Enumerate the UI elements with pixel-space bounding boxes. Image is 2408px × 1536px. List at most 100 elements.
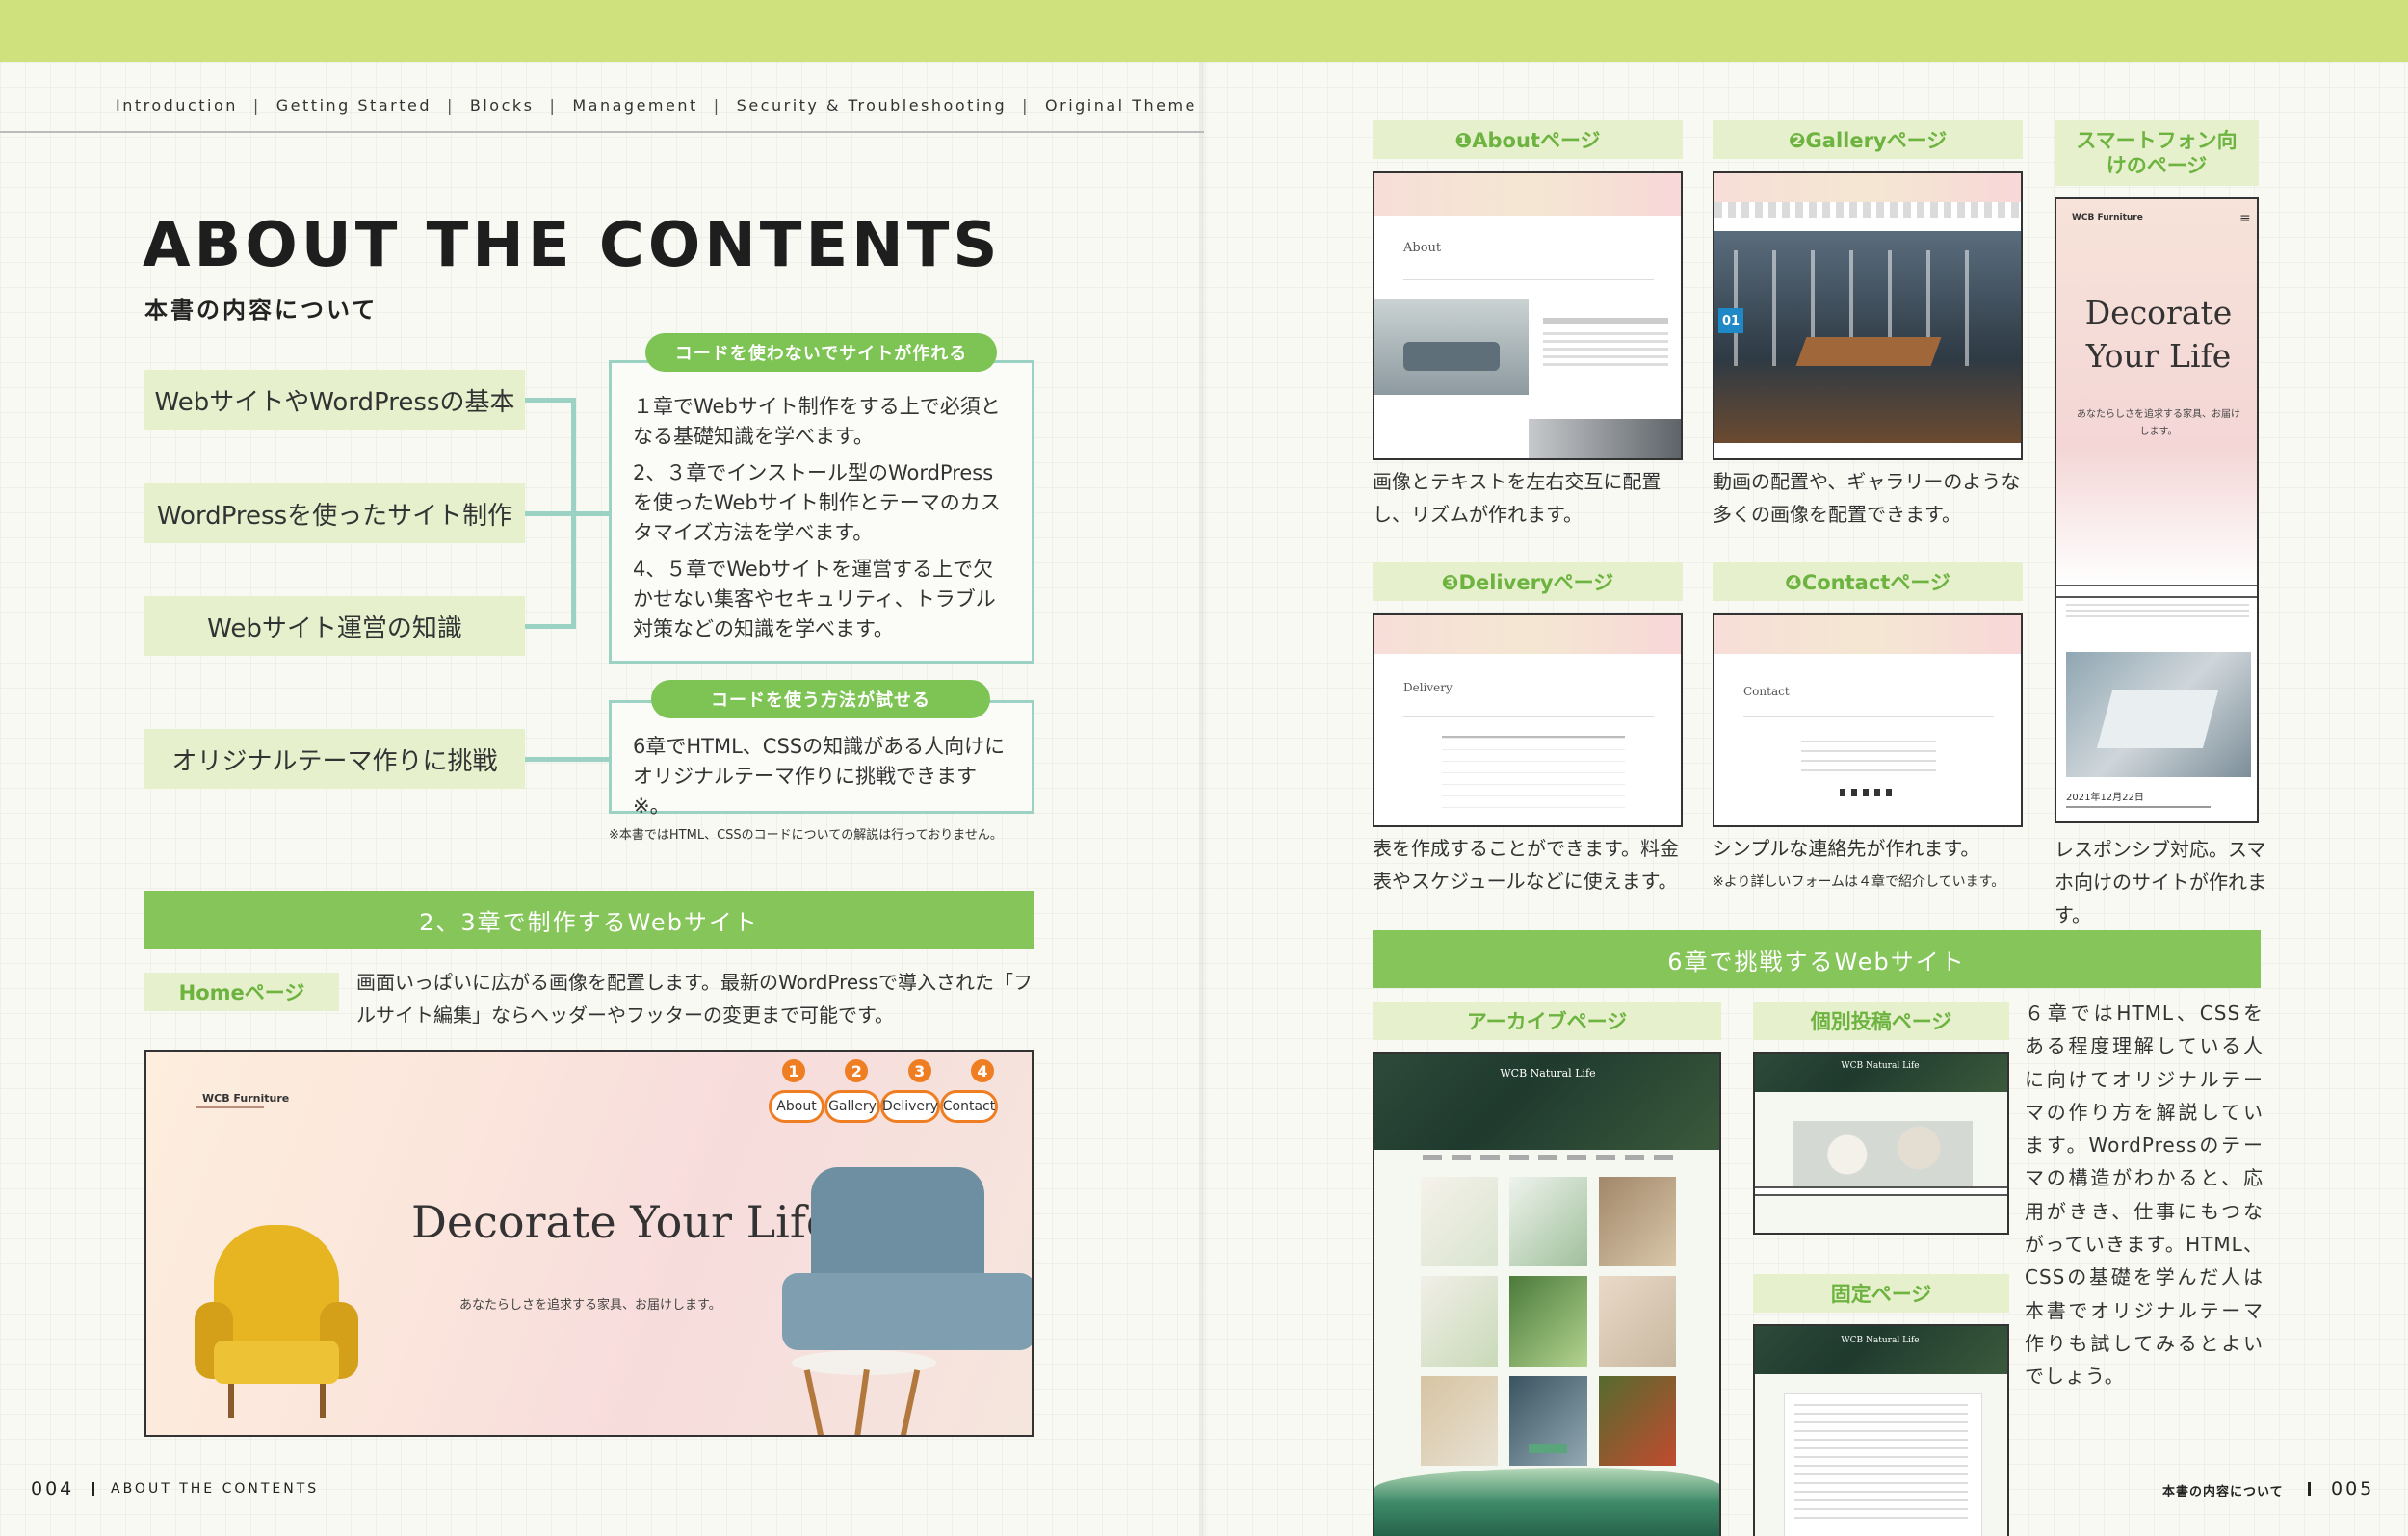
contact-title: Contact [1743, 685, 1790, 698]
hero-nav-about[interactable]: About [769, 1090, 824, 1123]
site-header [1714, 173, 2021, 202]
left-page-number: 004 [31, 1478, 75, 1499]
tag-gallery-page: ❷Galleryページ [1713, 120, 2023, 159]
nav-item-security[interactable]: Security & Troubleshooting [737, 96, 1007, 115]
link-line [2066, 806, 2211, 808]
menu-icon[interactable]: ≡ [2239, 211, 2251, 226]
text-lines [1543, 332, 1668, 371]
page-spine [1199, 62, 1209, 1536]
nav-number: 4 [970, 1059, 994, 1082]
tag-archive-page: アーカイブページ [1373, 1002, 1721, 1040]
post-card[interactable] [1598, 1177, 1676, 1267]
blue-sofa-image [772, 1167, 1032, 1435]
contact-caption: シンプルな連絡先が作れます。 [1713, 837, 1980, 860]
post-card[interactable] [1421, 1177, 1499, 1267]
delivery-page-screenshot: Delivery [1373, 613, 1683, 827]
divider [1403, 716, 1654, 717]
contact-note: ※より詳しいフォームは４章で紹介しています。 [1713, 874, 2005, 890]
text-lines [2066, 604, 2249, 619]
post-card[interactable] [1598, 1375, 1676, 1466]
page-title: ABOUT THE CONTENTS [143, 210, 1002, 281]
hero-nav-numbers: 1 2 3 4 [772, 1059, 1004, 1084]
site-header-green [1755, 1326, 2007, 1374]
hero-nav-gallery[interactable]: Gallery [824, 1090, 880, 1123]
tag-about-page: ❶Aboutページ [1373, 120, 1683, 159]
tag-fixed-page: 固定ページ [1753, 1274, 2009, 1313]
section6-description: ６章ではHTML、CSSをある程度理解している人に向けてオリジナルテーマの作り方… [2025, 1002, 2264, 1389]
nav-separator: | [252, 96, 261, 115]
tag-home: Homeページ [144, 973, 339, 1011]
wave-cut [2056, 585, 2257, 598]
home-description: 画面いっぱいに広がる画像を配置します。最新のWordPressで導入された「フル… [356, 971, 1034, 1027]
connector-line [525, 511, 573, 516]
connector-line [525, 757, 610, 762]
social-icons [1840, 789, 1898, 796]
nav-item-management[interactable]: Management [572, 96, 697, 115]
gallery-page-screenshot: 01 [1713, 171, 2023, 460]
about-title: About [1403, 241, 1442, 255]
hero-logo: WCB Furniture [202, 1092, 290, 1105]
about-caption: 画像とテキストを左右交互に配置し、リズムが作れます。 [1373, 470, 1662, 526]
sp-subtitle: あなたらしさを追求する家具、お届けします。 [2077, 409, 2240, 437]
info-text: 2、３章でインストール型のWordPressを使ったWebサイト制作とテーマのカ… [633, 461, 1001, 544]
post-card[interactable] [1509, 1177, 1587, 1267]
label-wordpress-site: WordPressを使ったサイト制作 [144, 483, 525, 543]
wave-cut [1714, 202, 2021, 218]
nav-separator: | [1022, 96, 1031, 115]
archive-page-screenshot: WCB Natural Life [1373, 1052, 1721, 1536]
hero-subtitle: あなたらしさを追求する家具、お届けします。 [459, 1298, 721, 1313]
post-card[interactable] [1421, 1276, 1499, 1367]
contact-lines [1801, 741, 1936, 779]
site-header-green [1755, 1054, 2007, 1092]
nav-item-introduction[interactable]: Introduction [116, 96, 238, 115]
wave-cut [1755, 1186, 2007, 1196]
nav-separator: | [549, 96, 558, 115]
connector-line [525, 624, 573, 629]
footer-separator [2308, 1482, 2311, 1496]
yellow-chair-image [195, 1225, 358, 1418]
nav-item-blocks[interactable]: Blocks [470, 96, 535, 115]
nav-number: 2 [845, 1059, 869, 1082]
post-grid [1421, 1158, 1676, 1466]
divider [1743, 716, 1994, 717]
nav-separator: | [446, 96, 455, 115]
nav-item-getting-started[interactable]: Getting Started [276, 96, 432, 115]
delivery-caption: 表を作成することができます。料金表やスケジュールなどに使えます。 [1373, 837, 1679, 893]
info-box-no-code: １章でWebサイト制作をする上で必須となる基礎知識を学べます。 2、３章でインス… [609, 360, 1034, 664]
text-line [1543, 318, 1668, 324]
sp-date: 2021年12月22日 [2066, 793, 2144, 803]
post-card[interactable] [1509, 1276, 1587, 1367]
connector-line [525, 398, 573, 403]
sp-logo: WCB Furniture [2072, 213, 2143, 222]
sp-title: Decorate Your Life [2084, 294, 2233, 375]
smartphone-screenshot: WCB Furniture ≡ Decorate Your Life あなたらし… [2055, 197, 2259, 823]
more-button[interactable] [1529, 1444, 1567, 1453]
site-logo: WCB Natural Life [1841, 1061, 1920, 1071]
info-text: 6章でHTML、CSSの知識がある人向けにオリジナルテーマ作りに挑戦できます※。 [633, 735, 1006, 818]
info-text: １章でWebサイト制作をする上で必須となる基礎知識を学べます。 [633, 395, 1001, 448]
right-footer-label: 本書の内容について [2162, 1485, 2284, 1499]
delivery-title: Delivery [1403, 681, 1453, 694]
label-site-operation: Webサイト運営の知識 [144, 596, 525, 656]
post-card[interactable] [1421, 1375, 1499, 1466]
site-header [1714, 615, 2021, 654]
person-photo [1529, 419, 1681, 458]
logo-icon [196, 1106, 264, 1108]
section-bar-23: 2、3章で制作するWebサイト [144, 891, 1034, 949]
nav-separator: | [713, 96, 721, 115]
post-card[interactable] [1598, 1276, 1676, 1367]
right-page-number: 005 [2331, 1478, 2375, 1499]
nav-divider [0, 131, 1204, 133]
page-content [1784, 1393, 1982, 1536]
footer-wave [1374, 1468, 1719, 1536]
hero-nav-delivery[interactable]: Delivery [880, 1090, 940, 1123]
nav-item-original-theme[interactable]: Original Theme [1045, 96, 1197, 115]
connector-line [571, 511, 610, 516]
hero-nav-contact[interactable]: Contact [940, 1090, 998, 1123]
label-original-theme: オリジナルテーマ作りに挑戦 [144, 729, 525, 789]
pill-no-code: コードを使わないでサイトが作れる [645, 333, 997, 372]
divider [1403, 279, 1654, 280]
nav-number: 1 [782, 1059, 805, 1082]
home-page-screenshot: WCB Furniture 1 2 3 4 About Gallery Deli… [144, 1050, 1034, 1437]
section-bar-6: 6章で挑戦するWebサイト [1373, 930, 2261, 988]
